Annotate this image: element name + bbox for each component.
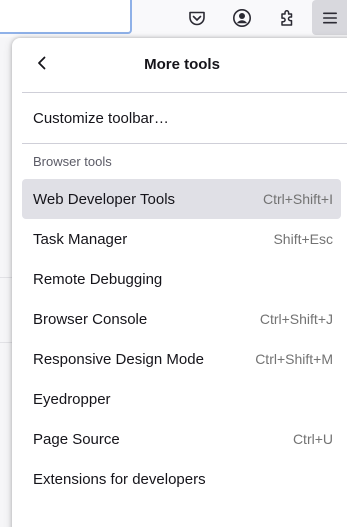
menu-item-remote-debugging[interactable]: Remote Debugging: [22, 259, 341, 299]
account-button[interactable]: [227, 3, 257, 33]
menu-item-web-developer-tools[interactable]: Web Developer Tools Ctrl+Shift+I: [22, 179, 341, 219]
menu-item-task-manager[interactable]: Task Manager Shift+Esc: [22, 219, 341, 259]
more-tools-panel: More tools Customize toolbar… Browser to…: [12, 38, 347, 527]
back-button[interactable]: [28, 51, 56, 79]
pocket-button[interactable]: [182, 3, 212, 33]
customize-toolbar-item[interactable]: Customize toolbar…: [22, 98, 341, 138]
menu-item-label: Page Source: [33, 430, 120, 448]
menu-item-label: Extensions for developers: [33, 470, 206, 488]
chevron-left-icon: [34, 55, 50, 76]
keyboard-shortcut: Ctrl+Shift+J: [259, 311, 333, 327]
menu-item-label: Responsive Design Mode: [33, 350, 204, 368]
separator: [22, 92, 347, 93]
account-icon: [232, 8, 252, 28]
menu-item-extensions-for-developers[interactable]: Extensions for developers: [22, 459, 341, 499]
open-menu-button[interactable]: [312, 0, 347, 35]
customize-toolbar-label: Customize toolbar…: [33, 109, 169, 127]
separator: [22, 143, 347, 144]
hamburger-menu-icon: [321, 9, 339, 27]
menu-item-label: Eyedropper: [33, 390, 111, 408]
menu-item-label: Browser Console: [33, 310, 148, 328]
url-bar[interactable]: [0, 0, 132, 34]
menu-item-label: Task Manager: [33, 230, 128, 248]
extensions-button[interactable]: [272, 3, 302, 33]
section-header-browser-tools: Browser tools: [33, 154, 112, 169]
menu-item-browser-console[interactable]: Browser Console Ctrl+Shift+J: [22, 299, 341, 339]
panel-title: More tools: [144, 56, 220, 73]
menu-item-label: Web Developer Tools: [33, 190, 176, 208]
menu-item-label: Remote Debugging: [33, 270, 163, 288]
keyboard-shortcut: Ctrl+Shift+I: [262, 191, 333, 207]
menu-item-eyedropper[interactable]: Eyedropper: [22, 379, 341, 419]
keyboard-shortcut: Ctrl+U: [292, 431, 333, 447]
browser-toolbar: [0, 0, 347, 37]
extensions-icon: [277, 8, 297, 28]
keyboard-shortcut: Shift+Esc: [273, 231, 333, 247]
panel-header: More tools: [12, 38, 347, 92]
keyboard-shortcut: Ctrl+Shift+M: [255, 351, 333, 367]
pocket-icon: [187, 8, 207, 28]
menu-item-responsive-design-mode[interactable]: Responsive Design Mode Ctrl+Shift+M: [22, 339, 341, 379]
menu-item-page-source[interactable]: Page Source Ctrl+U: [22, 419, 341, 459]
